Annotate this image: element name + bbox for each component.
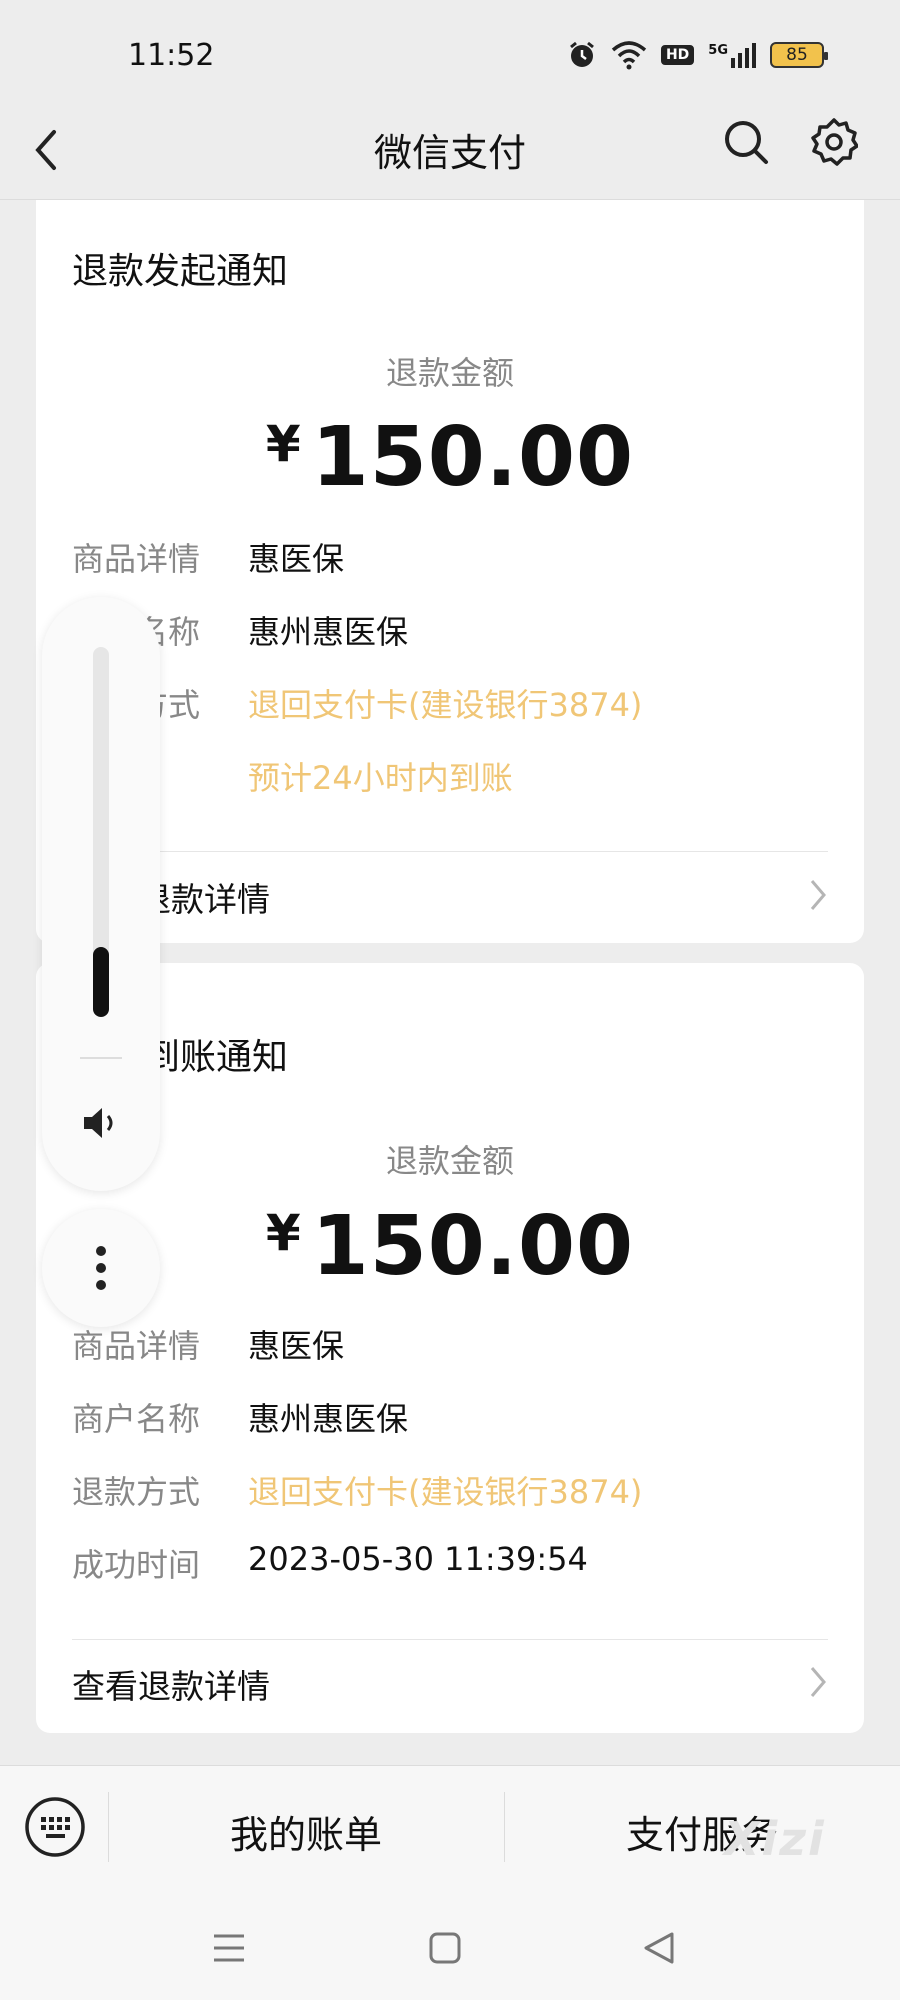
row-value: 2023-05-30 11:39:54 xyxy=(248,1540,588,1578)
info-row: 预计24小时内到账 xyxy=(72,753,828,803)
amount-value: 150.00 xyxy=(311,1199,635,1294)
row-value: 惠医保 xyxy=(248,1327,345,1365)
my-bills-menu[interactable]: 我的账单 xyxy=(108,1804,504,1859)
info-row: 退款方式 退回支付卡(建设银行3874) xyxy=(72,680,828,730)
chevron-right-icon xyxy=(810,1667,826,1697)
dot xyxy=(96,1280,106,1290)
home-icon[interactable] xyxy=(428,1928,462,1968)
view-refund-details-link[interactable]: 查看退款详情 xyxy=(72,1660,828,1720)
battery-indicator: 85 xyxy=(770,42,828,68)
divider xyxy=(72,851,828,852)
amount-label: 退款金额 xyxy=(385,1142,514,1180)
amount-label: 退款金额 xyxy=(385,354,514,392)
divider xyxy=(80,1057,122,1059)
view-refund-details-link[interactable]: 查看退款详情 xyxy=(72,873,828,933)
row-key: 成功时间 xyxy=(72,1546,201,1584)
row-value: 退回支付卡(建设银行3874) xyxy=(248,1473,643,1511)
row-value: 惠医保 xyxy=(248,540,345,578)
payment-services-menu[interactable]: 支付服务 xyxy=(504,1804,900,1859)
signal-icon xyxy=(731,43,756,68)
refund-amount: ¥150.00 xyxy=(36,1199,864,1294)
amount-value: 150.00 xyxy=(311,410,635,505)
currency-symbol: ¥ xyxy=(265,415,302,473)
more-options-button[interactable] xyxy=(42,1209,160,1327)
row-key: 商品详情 xyxy=(72,1327,201,1365)
keyboard-icon[interactable] xyxy=(24,1796,86,1858)
info-row: 商品详情 惠医保 xyxy=(72,1321,828,1371)
gear-icon[interactable] xyxy=(810,118,858,166)
status-time: 11:52 xyxy=(128,38,215,73)
volume-panel xyxy=(42,597,160,1191)
network-label: 5G xyxy=(708,42,756,68)
volume-slider[interactable] xyxy=(93,647,109,1017)
link-label: 查看退款详情 xyxy=(72,1667,270,1706)
refund-received-card: 退款到账通知 退款金额 ¥150.00 商品详情 惠医保 商户名称 惠州惠医保 … xyxy=(36,963,864,1733)
row-key: 商品详情 xyxy=(72,540,201,578)
row-value: 预计24小时内到账 xyxy=(248,759,513,797)
menu-icon[interactable] xyxy=(212,1928,246,1968)
row-key: 退款方式 xyxy=(72,1473,201,1511)
row-value: 惠州惠医保 xyxy=(248,1400,409,1438)
row-value: 退回支付卡(建设银行3874) xyxy=(248,686,643,724)
status-bar: 11:52 HD 5G 85 xyxy=(0,0,900,100)
card-title: 退款发起通知 xyxy=(72,251,289,292)
search-icon[interactable] xyxy=(722,118,770,166)
volume-level-fill xyxy=(93,946,109,1017)
info-row: 成功时间 2023-05-30 11:39:54 xyxy=(72,1540,828,1590)
status-icons: HD 5G 85 xyxy=(567,40,828,70)
row-value: 惠州惠医保 xyxy=(248,613,409,651)
row-key: 商户名称 xyxy=(72,1400,201,1438)
currency-symbol: ¥ xyxy=(265,1204,302,1262)
chevron-right-icon xyxy=(810,880,826,910)
divider xyxy=(72,1639,828,1640)
back-triangle-icon[interactable] xyxy=(642,1928,676,1968)
system-nav-bar xyxy=(0,1900,900,2000)
refund-initiated-card: 退款发起通知 退款金额 ¥150.00 商品详情 惠医保 商户名称 惠州惠医保 … xyxy=(36,200,864,943)
watermark: Xizi xyxy=(724,1812,826,1866)
info-row: 商户名称 惠州惠医保 xyxy=(72,607,828,657)
hd-badge: HD xyxy=(660,45,695,65)
wifi-icon xyxy=(611,41,647,70)
speaker-icon[interactable] xyxy=(80,1102,122,1144)
refund-amount: ¥150.00 xyxy=(36,410,864,505)
alarm-icon xyxy=(570,41,594,67)
info-row: 商品详情 惠医保 xyxy=(72,534,828,584)
info-row: 商户名称 惠州惠医保 xyxy=(72,1394,828,1444)
dot xyxy=(96,1246,106,1256)
info-row: 退款方式 退回支付卡(建设银行3874) xyxy=(72,1467,828,1517)
dot xyxy=(96,1263,106,1273)
